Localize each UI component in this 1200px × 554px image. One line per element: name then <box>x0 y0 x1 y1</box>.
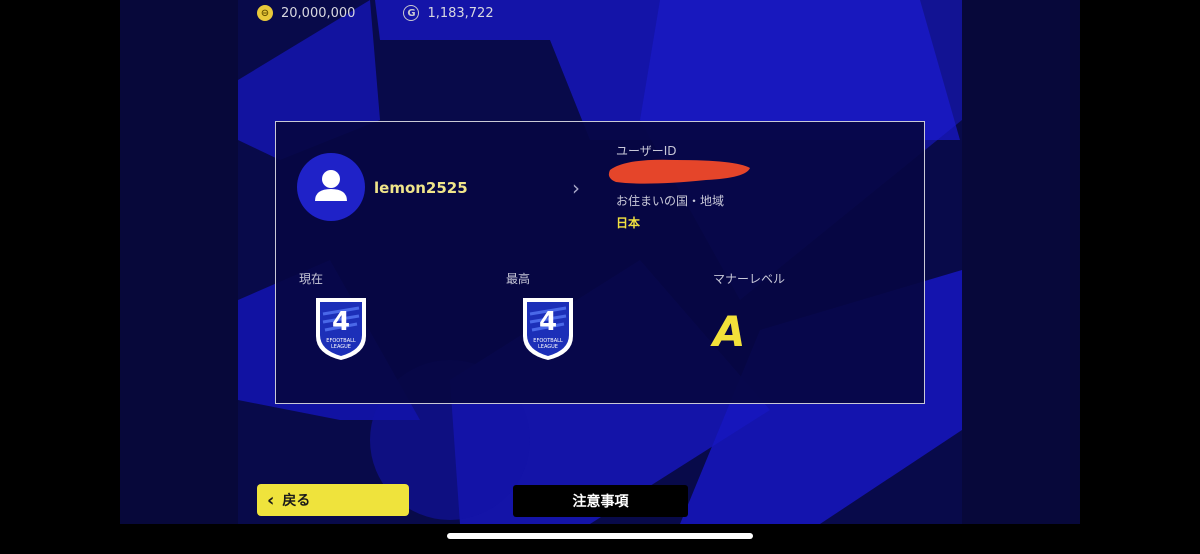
current-rank-label: 現在 <box>299 272 324 286</box>
svg-text:4: 4 <box>539 307 557 337</box>
manner-level-label: マナーレベル <box>713 272 786 286</box>
chevron-left-icon: ‹ <box>267 489 275 511</box>
coin-amount: 20,000,000 <box>281 5 356 21</box>
gp-icon: G <box>403 5 420 21</box>
home-indicator[interactable] <box>447 533 753 539</box>
efootball-league-badge-current-icon: 4 EFOOTBALL LEAGUE <box>316 298 366 360</box>
coin-icon: ⊖ <box>257 5 273 21</box>
currency-bar: ⊖ 20,000,000 G 1,183,722 <box>257 4 542 22</box>
coin-balance: ⊖ 20,000,000 <box>257 5 355 21</box>
back-button[interactable]: ‹ 戻る <box>257 484 409 516</box>
svg-text:LEAGUE: LEAGUE <box>538 344 558 350</box>
user-avatar-icon <box>297 153 365 221</box>
notice-button[interactable]: 注意事項 <box>513 485 688 517</box>
notice-button-label: 注意事項 <box>572 494 629 510</box>
highest-rank-label: 最高 <box>506 272 531 286</box>
gp-balance: G 1,183,722 <box>403 5 494 21</box>
gp-amount: 1,183,722 <box>427 5 494 21</box>
country-label: お住まいの国・地域 <box>616 194 725 208</box>
svg-text:4: 4 <box>332 307 350 337</box>
profile-panel[interactable]: lemon2525 › ユーザーID お住まいの国・地域 日本 現在 最高 マナ… <box>275 121 925 404</box>
manner-grade: A <box>713 307 746 356</box>
efootball-league-badge-highest-icon: 4 EFOOTBALL LEAGUE <box>523 298 573 360</box>
redaction-mark <box>608 159 750 184</box>
username: lemon2525 <box>374 179 468 197</box>
game-screen: ⊖ 20,000,000 G 1,183,722 lemon2525 › ユーザ… <box>120 0 1080 524</box>
back-button-label: 戻る <box>282 493 311 509</box>
svg-text:LEAGUE: LEAGUE <box>331 344 351 350</box>
country-value: 日本 <box>616 216 641 230</box>
chevron-right-icon[interactable]: › <box>572 176 580 200</box>
